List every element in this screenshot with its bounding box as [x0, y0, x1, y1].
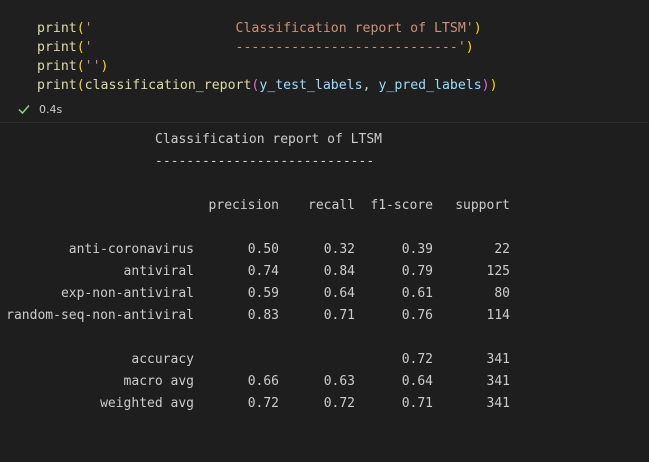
row-support: 125 — [486, 264, 510, 279]
code-arg: y_test_labels — [259, 78, 363, 93]
row-recall: 0.72 — [323, 396, 355, 411]
row-label: macro avg — [123, 374, 194, 389]
header-f1-score: f1-score — [370, 198, 433, 213]
report-underline: ---------------------------- — [155, 154, 375, 169]
row-f1: 0.39 — [401, 242, 433, 257]
check-icon — [18, 105, 30, 115]
code-string: ' ----------------------------' — [84, 40, 466, 55]
code-fn: print — [37, 21, 77, 36]
row-f1: 0.79 — [401, 264, 433, 279]
row-precision: 0.72 — [247, 396, 279, 411]
header-recall: recall — [308, 198, 355, 213]
row-support: 341 — [486, 396, 510, 411]
code-line-2[interactable]: print(' ----------------------------') — [37, 38, 474, 57]
code-arg: y_pred_labels — [378, 78, 482, 93]
paren-open: ( — [76, 40, 85, 55]
row-support: 80 — [494, 286, 510, 301]
code-line-3[interactable]: print('') — [37, 57, 109, 76]
code-fn-inner: classification_report — [84, 78, 252, 93]
row-support: 22 — [494, 242, 510, 257]
header-support: support — [455, 198, 510, 213]
row-precision: 0.66 — [247, 374, 279, 389]
report-title: Classification report of LTSM — [155, 132, 382, 147]
header-precision: precision — [208, 198, 279, 213]
paren-close: ) — [100, 59, 109, 74]
code-fn: print — [37, 40, 77, 55]
code-string: '' — [84, 59, 101, 74]
code-separator: , — [362, 78, 379, 93]
execution-status: 0.4s — [17, 101, 62, 119]
row-f1: 0.76 — [401, 308, 433, 323]
paren-open: ( — [76, 21, 85, 36]
paren-open: ( — [76, 59, 85, 74]
row-label: weighted avg — [100, 396, 194, 411]
code-line-1[interactable]: print(' Classification report of LTSM') — [37, 19, 482, 38]
row-label: anti-coronavirus — [68, 242, 194, 257]
row-label: exp-non-antiviral — [60, 286, 194, 301]
row-support: 341 — [486, 374, 510, 389]
code-fn: print — [37, 59, 77, 74]
row-f1: 0.71 — [401, 396, 433, 411]
code-fn: print — [37, 78, 77, 93]
row-support: 341 — [486, 352, 510, 367]
paren-open: ( — [76, 78, 85, 93]
row-recall: 0.71 — [323, 308, 355, 323]
row-recall — [295, 351, 355, 369]
paren-close-inner: ) — [481, 78, 490, 93]
row-f1: 0.64 — [401, 374, 433, 389]
row-precision: 0.50 — [247, 242, 279, 257]
row-precision: 0.74 — [247, 264, 279, 279]
row-recall: 0.64 — [323, 286, 355, 301]
code-cell[interactable]: print(' Classification report of LTSM') … — [0, 0, 649, 123]
row-recall: 0.84 — [323, 264, 355, 279]
row-support: 114 — [486, 308, 510, 323]
paren-close: ) — [489, 78, 498, 93]
paren-close: ) — [473, 21, 482, 36]
row-f1: 0.61 — [401, 286, 433, 301]
row-precision: 0.83 — [247, 308, 279, 323]
execution-duration: 0.4s — [39, 103, 63, 116]
row-label: accuracy — [131, 352, 194, 367]
row-f1: 0.72 — [401, 352, 433, 367]
code-line-4[interactable]: print(classification_report(y_test_label… — [37, 76, 498, 95]
cell-output: Classification report of LTSM ----------… — [0, 123, 649, 462]
row-label: random-seq-non-antiviral — [6, 308, 194, 323]
paren-close: ) — [465, 40, 474, 55]
row-recall: 0.32 — [323, 242, 355, 257]
code-string: ' Classification report of LTSM' — [84, 21, 474, 36]
row-precision — [200, 351, 279, 369]
row-label: antiviral — [123, 264, 194, 279]
row-recall: 0.63 — [323, 374, 355, 389]
row-precision: 0.59 — [247, 286, 279, 301]
